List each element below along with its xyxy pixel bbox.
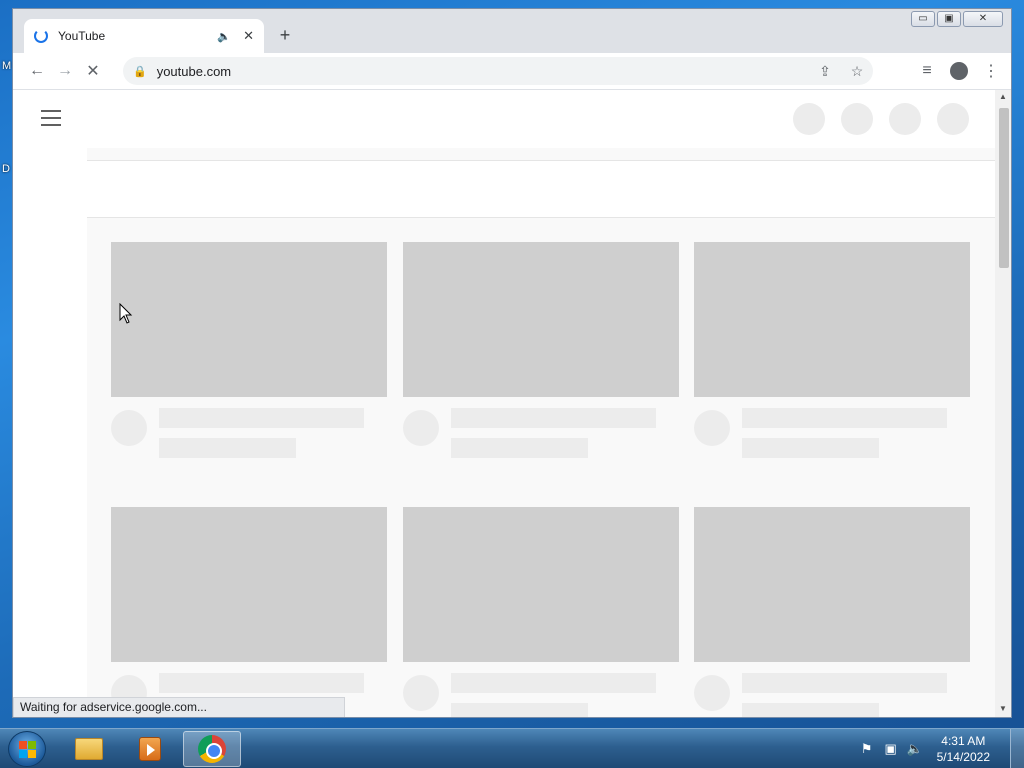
network-icon[interactable]: ▣ bbox=[883, 741, 899, 757]
share-icon[interactable]: ⇪ bbox=[809, 63, 841, 80]
channel-avatar-placeholder bbox=[403, 675, 439, 711]
window-controls: ▭ ▣ ✕ bbox=[911, 11, 1003, 27]
browser-menu-button[interactable]: ⋮ bbox=[977, 57, 1005, 85]
mouse-cursor-icon bbox=[119, 303, 133, 324]
status-bubble: Waiting for adservice.google.com... bbox=[13, 697, 345, 717]
forward-button[interactable]: → bbox=[51, 57, 79, 85]
header-placeholder-circle bbox=[841, 103, 873, 135]
scroll-thumb[interactable] bbox=[999, 108, 1009, 268]
loading-spinner-icon bbox=[34, 29, 48, 43]
sidebar-placeholder bbox=[13, 148, 87, 717]
thumbnail-placeholder bbox=[111, 242, 387, 397]
scroll-up-arrow-icon[interactable]: ▲ bbox=[999, 92, 1007, 101]
close-window-button[interactable]: ✕ bbox=[963, 11, 1003, 27]
video-card-skeleton[interactable] bbox=[403, 242, 679, 458]
title-placeholder bbox=[742, 673, 947, 693]
system-tray: ⚑ ▣ 🔈 4:31 AM 5/14/2022 bbox=[859, 729, 1024, 768]
thumbnail-placeholder bbox=[694, 242, 970, 397]
thumbnail-placeholder bbox=[403, 242, 679, 397]
tab-close-icon[interactable]: ✕ bbox=[243, 28, 254, 44]
thumbnail-placeholder bbox=[694, 507, 970, 662]
toolbar-right-actions: ≡ ⋮ bbox=[913, 57, 1005, 85]
media-control-icon[interactable]: ≡ bbox=[913, 57, 941, 85]
volume-icon[interactable]: 🔈 bbox=[907, 741, 923, 757]
clock-time: 4:31 AM bbox=[941, 734, 986, 748]
video-card-skeleton[interactable] bbox=[111, 242, 387, 458]
header-placeholder-circle bbox=[889, 103, 921, 135]
channel-avatar-placeholder bbox=[111, 410, 147, 446]
header-placeholder-circle bbox=[937, 103, 969, 135]
channel-avatar-placeholder bbox=[694, 410, 730, 446]
chip-bar-placeholder bbox=[87, 160, 995, 218]
speaker-icon[interactable]: 🔈 bbox=[217, 30, 231, 43]
desktop-icon-label: M bbox=[2, 60, 12, 72]
folder-icon bbox=[75, 738, 103, 760]
browser-window: YouTube 🔈 ✕ + ▭ ▣ ✕ ← → ✕ 🔒 youtube.com … bbox=[12, 8, 1012, 718]
show-desktop-button[interactable] bbox=[1010, 729, 1024, 768]
scroll-down-arrow-icon[interactable]: ▼ bbox=[999, 704, 1007, 713]
video-card-skeleton[interactable] bbox=[694, 507, 970, 717]
browser-toolbar: ← → ✕ 🔒 youtube.com ⇪ ☆ ≡ ⋮ bbox=[13, 53, 1011, 89]
tab-title: YouTube bbox=[58, 29, 106, 43]
address-bar[interactable]: 🔒 youtube.com ⇪ ☆ bbox=[123, 57, 873, 85]
minimize-button[interactable]: ▭ bbox=[911, 11, 935, 27]
page-viewport bbox=[13, 90, 995, 717]
tab-youtube[interactable]: YouTube 🔈 ✕ bbox=[24, 19, 264, 53]
url-text[interactable]: youtube.com bbox=[157, 64, 809, 79]
video-card-skeleton[interactable] bbox=[111, 507, 387, 717]
meta-placeholder bbox=[451, 703, 588, 717]
meta-placeholder bbox=[159, 438, 296, 458]
meta-placeholder bbox=[742, 703, 879, 717]
chrome-icon bbox=[198, 735, 226, 763]
guide-menu-icon[interactable] bbox=[41, 110, 61, 131]
taskbar-media-player[interactable] bbox=[121, 731, 179, 767]
header-placeholder-circle bbox=[793, 103, 825, 135]
title-placeholder bbox=[451, 408, 656, 428]
desktop-icon-label: D bbox=[2, 163, 10, 175]
taskbar-explorer[interactable] bbox=[60, 731, 118, 767]
lock-icon[interactable]: 🔒 bbox=[133, 65, 147, 78]
clock[interactable]: 4:31 AM 5/14/2022 bbox=[937, 733, 990, 765]
youtube-header bbox=[13, 90, 995, 148]
meta-placeholder bbox=[742, 438, 879, 458]
video-card-skeleton[interactable] bbox=[694, 242, 970, 458]
media-player-icon bbox=[139, 737, 161, 761]
meta-placeholder bbox=[451, 438, 588, 458]
start-button[interactable] bbox=[8, 731, 46, 767]
new-tab-button[interactable]: + bbox=[275, 25, 295, 46]
profile-avatar-icon bbox=[950, 62, 968, 80]
back-button[interactable]: ← bbox=[23, 57, 51, 85]
title-placeholder bbox=[159, 673, 364, 693]
video-card-skeleton[interactable] bbox=[403, 507, 679, 717]
title-placeholder bbox=[159, 408, 364, 428]
windows-logo-icon bbox=[19, 741, 37, 759]
title-placeholder bbox=[451, 673, 656, 693]
action-center-flag-icon[interactable]: ⚑ bbox=[859, 741, 875, 757]
stop-loading-button[interactable]: ✕ bbox=[79, 57, 107, 85]
windows-taskbar: ⚑ ▣ 🔈 4:31 AM 5/14/2022 bbox=[0, 728, 1024, 768]
maximize-button[interactable]: ▣ bbox=[937, 11, 961, 27]
channel-avatar-placeholder bbox=[694, 675, 730, 711]
profile-button[interactable] bbox=[945, 57, 973, 85]
page-scrollbar[interactable]: ▲ ▼ bbox=[995, 90, 1011, 717]
tab-strip: YouTube 🔈 ✕ + ▭ ▣ ✕ bbox=[13, 9, 1011, 53]
clock-date: 5/14/2022 bbox=[936, 750, 990, 764]
thumbnail-placeholder bbox=[111, 507, 387, 662]
thumbnail-placeholder bbox=[403, 507, 679, 662]
title-placeholder bbox=[742, 408, 947, 428]
taskbar-chrome[interactable] bbox=[183, 731, 241, 767]
channel-avatar-placeholder bbox=[403, 410, 439, 446]
bookmark-star-icon[interactable]: ☆ bbox=[841, 63, 873, 80]
